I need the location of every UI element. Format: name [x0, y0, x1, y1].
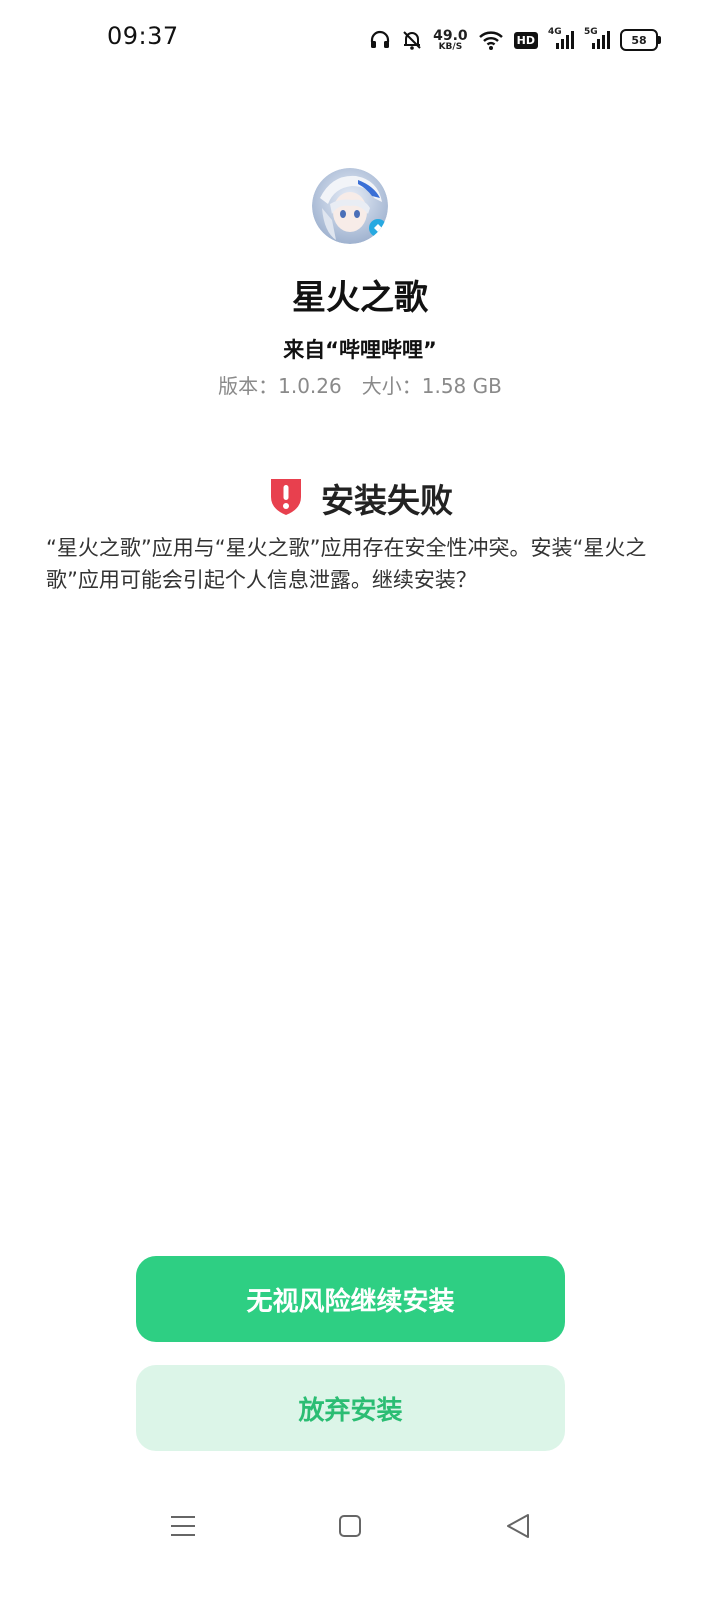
- status-bar: 09:37 49.0 KB/S HD 4G 5G 58: [0, 0, 720, 80]
- status-time: 09:37: [107, 22, 179, 50]
- cancel-install-button[interactable]: 放弃安装: [136, 1365, 565, 1451]
- app-source: 来自“哔哩哔哩”: [283, 338, 437, 362]
- signal-icon: 4G: [548, 27, 574, 51]
- app-version: 版本：1.0.26: [218, 374, 342, 398]
- app-size: 大小：1.58 GB: [361, 374, 502, 398]
- wifi-icon: [478, 29, 504, 51]
- app-icon: [312, 168, 388, 244]
- status-icons: 49.0 KB/S HD 4G 5G 58: [369, 24, 661, 56]
- hd-icon: HD: [513, 31, 538, 49]
- error-message: “星火之歌”应用与“星火之歌”应用存在安全性冲突。安装“星火之歌”应用可能会引起…: [46, 536, 647, 592]
- bell-off-icon: [401, 29, 423, 51]
- home-icon[interactable]: [330, 1510, 370, 1542]
- menu-icon[interactable]: [163, 1510, 203, 1542]
- signal-icon: 5G: [584, 27, 610, 51]
- battery-icon: 58: [620, 29, 661, 51]
- app-meta: 版本：1.0.26 大小：1.58 GB: [0, 370, 720, 399]
- error-title: 安装失败: [321, 481, 453, 520]
- app-name: 星火之歌: [292, 278, 428, 318]
- back-icon[interactable]: [498, 1510, 538, 1542]
- shield-alert-icon: [267, 475, 305, 521]
- continue-install-button[interactable]: 无视风险继续安装: [136, 1256, 565, 1342]
- headphones-icon: [369, 29, 391, 51]
- network-speed: 49.0 KB/S: [433, 27, 468, 52]
- navigation-bar: [0, 1500, 720, 1550]
- error-header: 安装失败: [0, 474, 720, 522]
